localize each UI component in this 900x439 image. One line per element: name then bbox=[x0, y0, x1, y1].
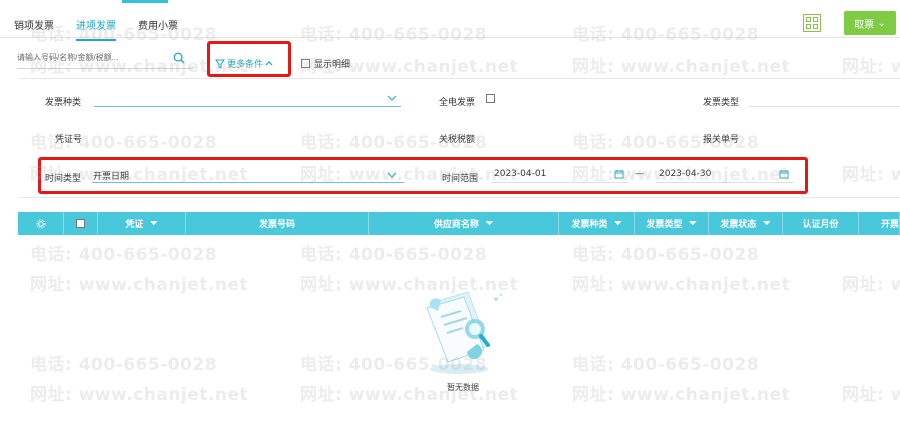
watermark-site: 网址: www.chanjet.net bbox=[572, 275, 791, 295]
column-invoice-number-label: 发票号码 bbox=[258, 220, 295, 230]
filter-panel: 发票种类 全电发票 发票类型 凭证号 关税税额 报关单号 时间类型 开票日期 时… bbox=[18, 78, 900, 198]
qr-square bbox=[813, 24, 818, 29]
column-voucher[interactable]: 凭证 ⏷ bbox=[98, 212, 186, 235]
time-type-label: 时间类型 bbox=[45, 174, 82, 184]
digital-invoice-checkbox[interactable] bbox=[486, 94, 495, 103]
tab-output-invoices[interactable]: 销项发票 bbox=[14, 17, 54, 32]
customs-number-label: 报关单号 bbox=[703, 135, 740, 145]
column-settings-cell[interactable] bbox=[18, 212, 64, 235]
search-input[interactable] bbox=[17, 53, 162, 62]
watermark-site: 网址: www.chanjet.net bbox=[572, 385, 791, 405]
filter-icon[interactable]: ⏷ bbox=[763, 219, 770, 229]
invoice-list-page: 销项发票 进项发票 费用小票 取票 ⌄ 更多条件 显示明细 发票种类 全电发票 … bbox=[0, 0, 900, 439]
watermark-phone: 电话: 400-665-0028 bbox=[30, 355, 218, 375]
show-detail-checkbox[interactable] bbox=[301, 59, 310, 68]
time-type-value: 开票日期 bbox=[93, 172, 130, 182]
qr-code-icon[interactable] bbox=[803, 14, 821, 32]
select-all-cell[interactable] bbox=[64, 212, 98, 235]
chevron-down-icon[interactable] bbox=[387, 171, 397, 179]
column-supplier-name[interactable]: 供应商名称 ⏷ bbox=[369, 212, 559, 235]
customs-tax-amount-label: 关税税额 bbox=[439, 135, 476, 145]
column-certification-month-label: 认证月份 bbox=[802, 220, 839, 230]
empty-data-text: 暂无数据 bbox=[447, 383, 479, 392]
chevron-down-icon: ⌄ bbox=[877, 17, 886, 29]
gear-icon bbox=[36, 219, 45, 228]
column-invoice-status-label: 发票状态 bbox=[720, 220, 757, 230]
watermark-phone: 电话: 400-665-0028 bbox=[572, 355, 760, 375]
column-invoice-date[interactable]: 开票 bbox=[859, 212, 900, 235]
voucher-number-label: 凭证号 bbox=[55, 135, 83, 145]
filter-icon[interactable]: ⏷ bbox=[150, 219, 157, 229]
top-accent-line bbox=[122, 0, 168, 3]
search-icon[interactable] bbox=[173, 52, 185, 64]
more-conditions-label: 更多条件 bbox=[227, 60, 264, 70]
more-conditions-button[interactable]: 更多条件 bbox=[215, 57, 273, 70]
column-invoice-status[interactable]: 发票状态 ⏷ bbox=[709, 212, 783, 235]
column-invoice-kind[interactable]: 发票种类 ⏷ bbox=[559, 212, 635, 235]
watermark-site: 网址: www.chanjet.net bbox=[842, 385, 900, 405]
watermark-site: 网址: www.chanjet.net bbox=[572, 57, 791, 77]
filter-icon[interactable]: ⏷ bbox=[689, 219, 696, 229]
filter-icon bbox=[215, 59, 225, 69]
tab-expense-receipts[interactable]: 费用小票 bbox=[138, 17, 178, 32]
tab-input-invoices[interactable]: 进项发票 bbox=[76, 17, 116, 41]
date-range-separator: — bbox=[635, 169, 644, 179]
watermark-phone: 电话: 400-665-0028 bbox=[300, 245, 488, 265]
show-detail-label: 显示明细 bbox=[314, 60, 351, 70]
column-invoice-type-label: 发票类型 bbox=[646, 220, 683, 230]
filter-icon[interactable]: ⏷ bbox=[614, 219, 621, 229]
select-all-checkbox[interactable] bbox=[76, 219, 85, 228]
qr-square bbox=[806, 24, 811, 29]
time-type-select[interactable] bbox=[92, 165, 404, 183]
chevron-up-icon bbox=[265, 60, 273, 65]
calendar-icon[interactable] bbox=[614, 169, 624, 179]
watermark-site: 网址: www.chanjet.net bbox=[30, 385, 249, 405]
watermark-site: 网址: www.chanjet.net bbox=[842, 57, 900, 77]
column-invoice-kind-label: 发票种类 bbox=[571, 220, 608, 230]
calendar-icon[interactable] bbox=[779, 169, 789, 179]
column-invoice-type[interactable]: 发票类型 ⏷ bbox=[635, 212, 709, 235]
filter-icon[interactable]: ⏷ bbox=[486, 219, 493, 229]
watermark-site: 网址: www.chanjet.net bbox=[30, 275, 249, 295]
watermark-phone: 电话: 400-665-0028 bbox=[572, 245, 760, 265]
column-voucher-label: 凭证 bbox=[125, 220, 144, 230]
time-range-label: 时间范围 bbox=[442, 174, 479, 184]
digital-invoice-label: 全电发票 bbox=[439, 98, 476, 108]
qr-square bbox=[813, 17, 818, 22]
take-invoice-label: 取票 bbox=[854, 19, 875, 31]
search-box bbox=[17, 51, 194, 69]
watermark-site: 网址: www.chanjet.net bbox=[300, 385, 519, 405]
chevron-down-icon[interactable] bbox=[387, 94, 397, 102]
watermark-site: 网址: www.chanjet.net bbox=[842, 275, 900, 295]
invoice-kind-label: 发票种类 bbox=[45, 98, 82, 108]
watermark-phone: 电话: 400-665-0028 bbox=[30, 245, 218, 265]
invoice-kind-select[interactable] bbox=[94, 89, 401, 107]
invoice-type-select[interactable] bbox=[749, 89, 900, 107]
start-date-value: 2023-04-01 bbox=[494, 169, 547, 179]
column-supplier-name-label: 供应商名称 bbox=[433, 220, 479, 230]
empty-data-illustration bbox=[426, 291, 503, 374]
show-detail-checkbox-row[interactable]: 显示明细 bbox=[301, 57, 350, 70]
end-date-value: 2023-04-30 bbox=[659, 169, 712, 179]
invoice-type-label: 发票类型 bbox=[703, 98, 740, 108]
top-navigation: 销项发票 进项发票 费用小票 取票 ⌄ bbox=[0, 0, 900, 41]
column-certification-month[interactable]: 认证月份 bbox=[783, 212, 859, 235]
take-invoice-button[interactable]: 取票 ⌄ bbox=[844, 11, 896, 35]
invoice-table-header: 凭证 ⏷ 发票号码 供应商名称 ⏷ 发票种类 ⏷ 发票类型 ⏷ 发票状态 ⏷ 认证月份 开… bbox=[18, 212, 900, 235]
column-invoice-number[interactable]: 发票号码 bbox=[186, 212, 369, 235]
column-invoice-date-label: 开票 bbox=[880, 220, 899, 230]
qr-square bbox=[806, 17, 811, 22]
